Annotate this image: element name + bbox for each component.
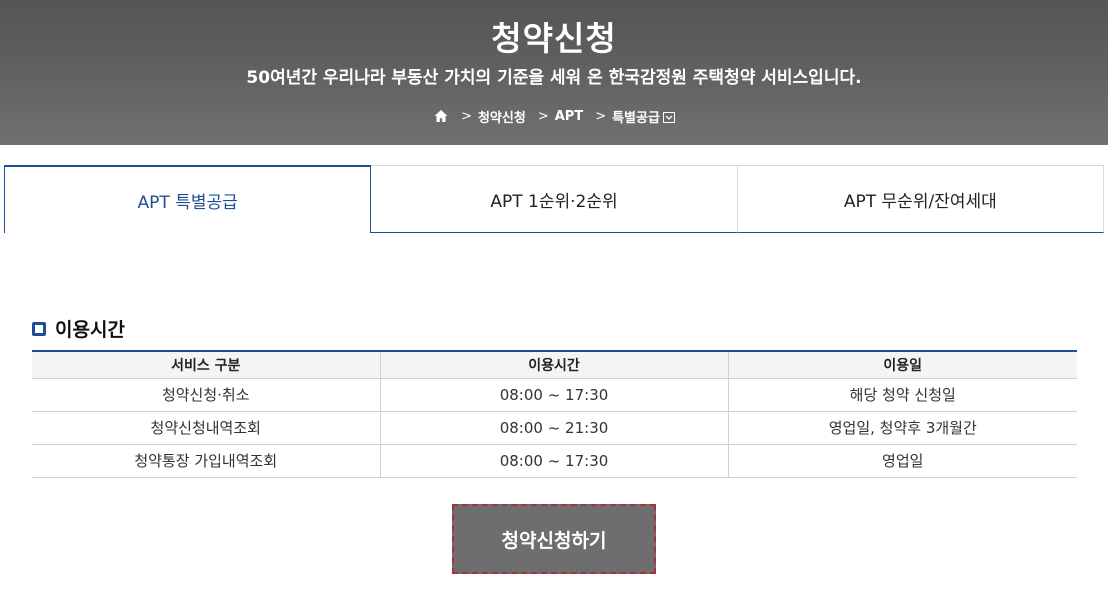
breadcrumb-item-special[interactable]: 특별공급 xyxy=(612,107,660,126)
column-header: 서비스 구분 xyxy=(32,350,380,379)
table-cell: 영업일, 청약후 3개월간 xyxy=(727,411,1077,445)
section-title: 이용시간 xyxy=(55,319,125,341)
table-cell: 08:00 ~ 17:30 xyxy=(379,444,728,478)
table-cell: 해당 청약 신청일 xyxy=(727,378,1077,412)
page-subtitle: 50여년간 우리나라 부동산 가치의 기준을 세워 온 한국감정원 주택청약 서… xyxy=(246,68,862,88)
breadcrumb-separator-icon: > xyxy=(537,108,549,124)
table-row: 청약신청내역조회 08:00 ~ 21:30 영업일, 청약후 3개월간 xyxy=(32,411,1077,445)
table-cell: 청약신청내역조회 xyxy=(32,411,380,445)
tab-apt-unranked[interactable]: APT 무순위/잔여세대 xyxy=(737,165,1104,233)
column-header: 이용시간 xyxy=(379,350,728,379)
table-cell: 청약신청·취소 xyxy=(32,378,380,412)
breadcrumb: > 청약신청 > APT > 특별공급 xyxy=(0,106,1108,126)
apt-tab-bar: APT 특별공급 APT 1순위·2순위 APT 무순위/잔여세대 xyxy=(4,165,1104,233)
usage-section-heading: 이용시간 xyxy=(32,315,125,342)
table-cell: 08:00 ~ 17:30 xyxy=(379,378,728,412)
tab-apt-special[interactable]: APT 특별공급 xyxy=(4,165,372,233)
table-row: 청약통장 가입내역조회 08:00 ~ 17:30 영업일 xyxy=(32,444,1077,478)
column-header: 이용일 xyxy=(727,350,1077,379)
table-row: 청약신청·취소 08:00 ~ 17:30 해당 청약 신청일 xyxy=(32,378,1077,412)
apply-button[interactable]: 청약신청하기 xyxy=(452,504,656,574)
breadcrumb-item-apply[interactable]: 청약신청 xyxy=(478,107,526,126)
page-hero: 청약신청 50여년간 우리나라 부동산 가치의 기준을 세워 온 한국감정원 주… xyxy=(0,0,1108,145)
breadcrumb-separator-icon: > xyxy=(595,108,607,124)
breadcrumb-separator-icon: > xyxy=(461,108,472,124)
breadcrumb-item-apt[interactable]: APT xyxy=(555,109,583,124)
table-cell: 청약통장 가입내역조회 xyxy=(32,444,380,478)
table-cell: 08:00 ~ 21:30 xyxy=(379,411,728,445)
home-icon[interactable] xyxy=(433,108,449,124)
table-header-row: 서비스 구분 이용시간 이용일 xyxy=(32,350,1077,379)
chevron-down-icon[interactable] xyxy=(662,111,675,123)
tab-apt-rank[interactable]: APT 1순위·2순위 xyxy=(371,165,738,233)
square-bullet-icon xyxy=(32,321,46,336)
table-cell: 영업일 xyxy=(727,444,1077,478)
usage-time-table: 서비스 구분 이용시간 이용일 청약신청·취소 08:00 ~ 17:30 해당… xyxy=(32,350,1077,478)
page-title: 청약신청 xyxy=(491,19,617,58)
